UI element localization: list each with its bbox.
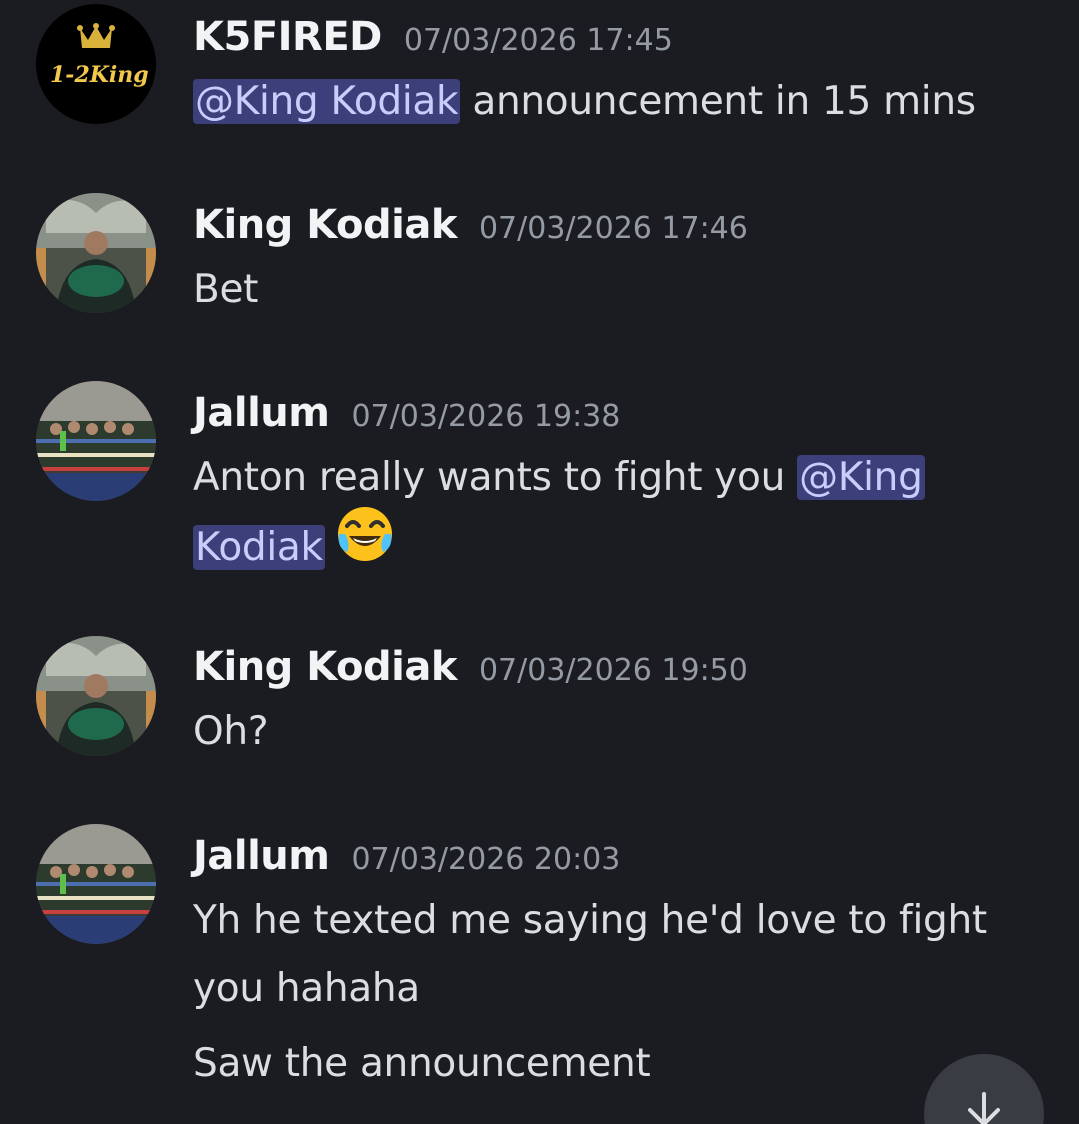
face-with-tears-of-joy-emoji-icon [335,504,395,586]
message-body: announcement in 15 mins [472,79,976,124]
message-header: King Kodiak 07/03/2026 19:50 [193,644,748,690]
message-header: K5FIRED 07/03/2026 17:45 [193,14,673,60]
user-mention[interactable]: Kodiak [193,524,325,570]
message-text: you hahaha [193,966,420,1011]
message-text: Yh he texted me saying he'd love to figh… [193,898,987,943]
message-body: Anton really wants to fight you [193,455,786,500]
avatar-logo-text: 1-2King [50,62,149,88]
username[interactable]: King Kodiak [193,202,457,248]
message-header: King Kodiak 07/03/2026 17:46 [193,202,748,248]
username[interactable]: Jallum [193,833,330,879]
followup-message-text: Saw the announcement [193,1041,651,1086]
avatar[interactable] [36,824,156,944]
username[interactable]: Jallum [193,390,330,436]
boxing-ring-group-avatar-icon [36,381,156,501]
user-mention[interactable]: @King Kodiak [193,79,461,124]
timestamp: 07/03/2026 17:45 [403,23,673,58]
message-text: Bet [193,267,259,312]
timestamp: 07/03/2026 19:38 [351,399,621,434]
message-text: Kodiak [193,507,1043,586]
message-text: Anton really wants to fight you @King [193,444,1043,512]
username[interactable]: King Kodiak [193,644,457,690]
boxing-ring-group-avatar-icon [36,824,156,944]
timestamp: 07/03/2026 17:46 [478,211,748,246]
avatar[interactable] [36,381,156,501]
timestamp: 07/03/2026 20:03 [351,842,621,877]
message-header: Jallum 07/03/2026 19:38 [193,390,620,436]
arrow-down-icon [968,1092,1000,1124]
user-mention[interactable]: @King [797,455,925,500]
timestamp: 07/03/2026 19:50 [478,653,748,688]
username[interactable]: K5FIRED [193,14,382,60]
message-text: @King Kodiak announcement in 15 mins [193,68,1043,136]
user-photo-avatar-icon [36,636,156,756]
user-photo-avatar-icon [36,193,156,313]
message-header: Jallum 07/03/2026 20:03 [193,833,620,879]
avatar[interactable]: 1-2King [36,4,156,124]
message-text: Oh? [193,709,269,754]
avatar[interactable] [36,193,156,313]
avatar[interactable] [36,636,156,756]
1-2-king-logo-avatar-icon: 1-2King [36,4,156,124]
